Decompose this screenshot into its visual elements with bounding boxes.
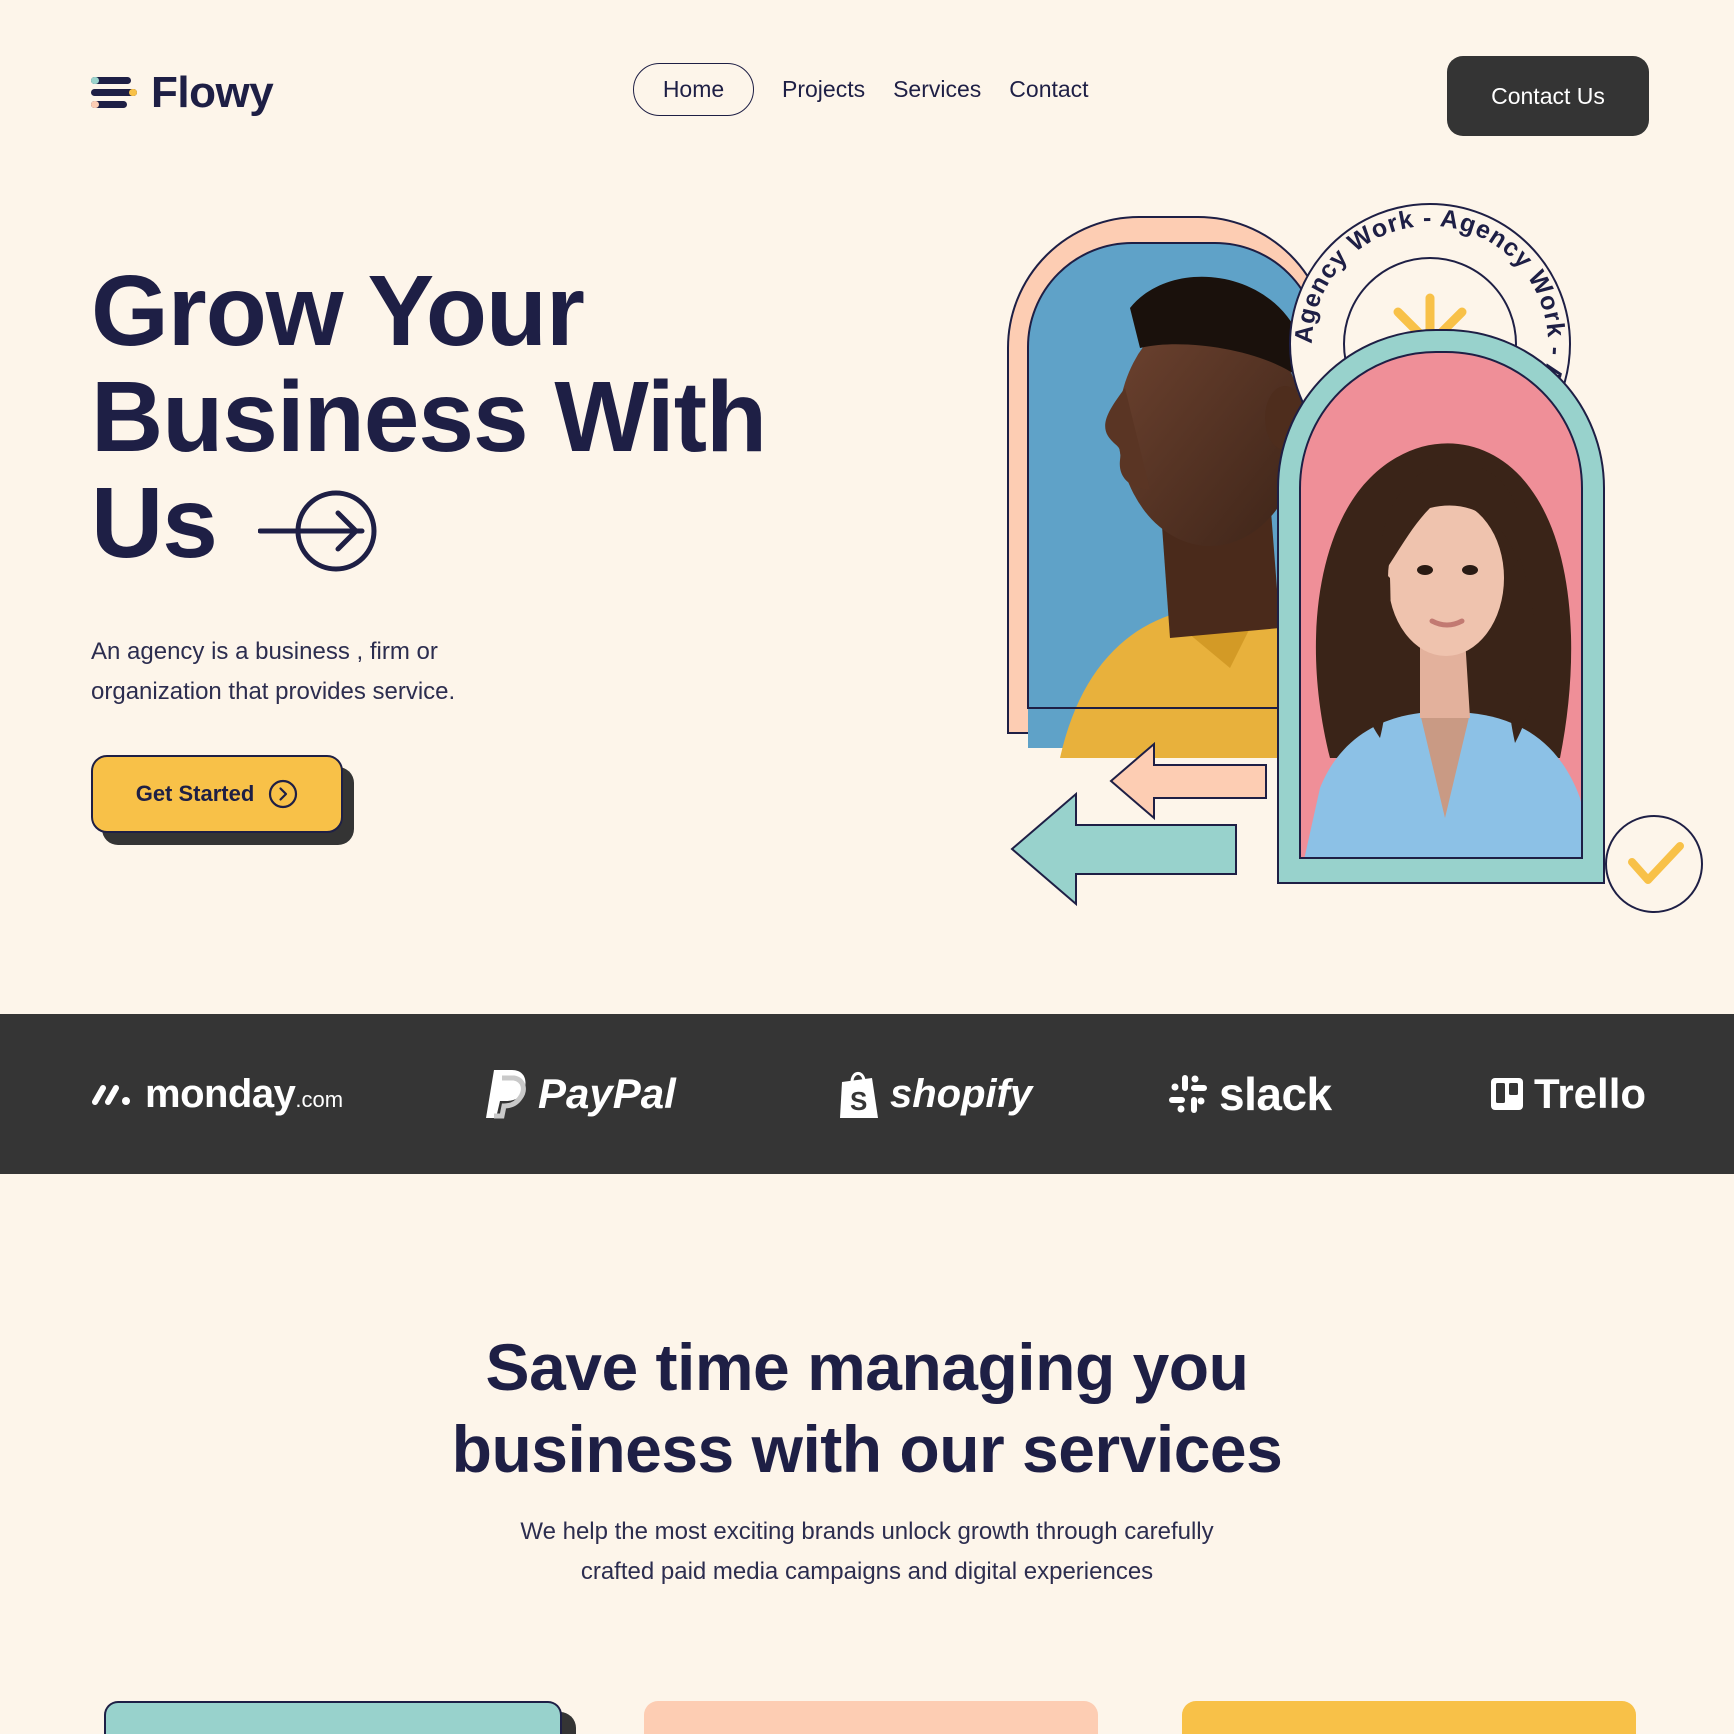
service-card-3[interactable] (1182, 1701, 1636, 1734)
slack-logo-icon (1169, 1075, 1207, 1113)
brand-paypal-label: PayPal (538, 1070, 676, 1117)
check-icon (1605, 815, 1703, 913)
brand-monday: monday .com (91, 1014, 343, 1174)
chevron-circle-right-icon (269, 779, 298, 809)
services-title-line2: business with our services (451, 1412, 1283, 1486)
logo-text: Flowy (151, 68, 274, 117)
hero-illustration: Agency Work - Agency Work - Agency Work … (1007, 203, 1703, 913)
trello-logo-icon (1491, 1078, 1523, 1110)
brand-logos-band: monday .com PayPal S shopify slack Trell… (0, 1014, 1734, 1174)
paypal-logo-icon (486, 1070, 526, 1119)
services-subtitle-line1: We help the most exciting brands unlock … (520, 1518, 1214, 1545)
hero-subtitle: An agency is a business , firm or organi… (91, 638, 456, 705)
nav-contact[interactable]: Contact (1009, 76, 1088, 103)
hero-title: Grow Your Business With Us (91, 258, 831, 576)
shopify-logo-icon: S (840, 1072, 878, 1118)
nav-services[interactable]: Services (893, 76, 981, 103)
brand-paypal: PayPal (484, 1014, 676, 1174)
nav-projects[interactable]: Projects (782, 76, 865, 103)
services-subtitle-line2: crafted paid media campaigns and digital… (580, 1558, 1154, 1585)
hero-title-line2: Business With (91, 361, 767, 473)
get-started-label: Get Started (135, 781, 255, 806)
brand-slack: slack (1167, 1014, 1332, 1174)
arrow-circle-right-icon (257, 490, 377, 572)
contact-us-button[interactable]: Contact Us (1447, 56, 1649, 136)
svg-text:S: S (850, 1086, 867, 1116)
nav-home[interactable]: Home (633, 63, 754, 116)
hero-title-line3: Us (91, 467, 218, 579)
monday-logo-icon (92, 1085, 130, 1105)
brand-shopify: S shopify (836, 1014, 1032, 1174)
brand-shopify-label: shopify (890, 1071, 1033, 1116)
brand-trello-label: Trello (1534, 1070, 1647, 1117)
services-title: Save time managing you business with our… (0, 1326, 1734, 1490)
logo[interactable]: Flowy (91, 68, 274, 118)
services-title-line1: Save time managing you (485, 1330, 1249, 1404)
menu-lines-icon (91, 74, 137, 112)
get-started-button[interactable]: Get Started (91, 755, 343, 833)
brand-trello: Trello (1490, 1014, 1646, 1174)
woman-portrait-frame (1277, 329, 1605, 884)
brand-monday-label: monday (145, 1071, 296, 1116)
brand-slack-label: slack (1219, 1068, 1332, 1120)
main-nav: Home Projects Services Contact (633, 63, 1117, 116)
service-card-1[interactable] (104, 1701, 562, 1734)
service-card-2[interactable] (644, 1701, 1098, 1734)
arrow-left-icon (1010, 741, 1267, 907)
services-subtitle: We help the most exciting brands unlock … (437, 1512, 1297, 1592)
hero-title-line1: Grow Your (91, 255, 585, 367)
brand-monday-suffix: .com (295, 1087, 344, 1112)
